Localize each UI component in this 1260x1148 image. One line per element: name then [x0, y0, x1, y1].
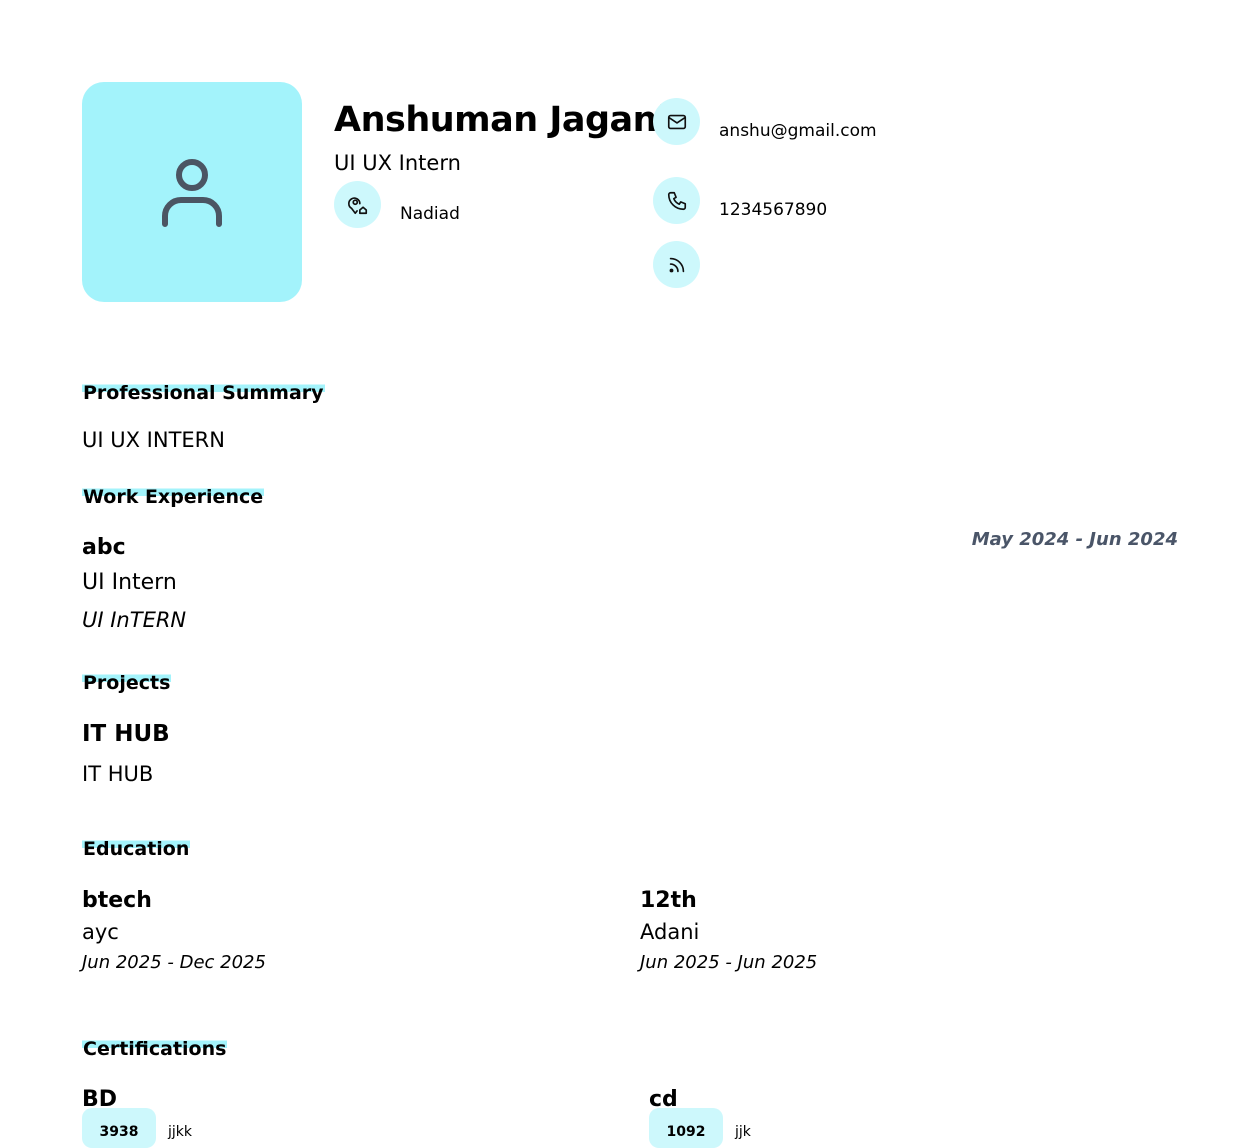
- certifications-heading: Certifications: [82, 1036, 228, 1062]
- project-name: IT HUB: [82, 721, 170, 747]
- experience-description: UI InTERN: [82, 608, 187, 632]
- map-pin-home-icon: [347, 196, 367, 214]
- email-icon-badge: [653, 98, 700, 145]
- experience-dates: May 2024 - Jun 2024: [971, 529, 1178, 550]
- certification-issuer: jjkk: [168, 1124, 192, 1140]
- education-dates: Jun 2025 - Jun 2025: [640, 952, 818, 973]
- phone-text: 1234567890: [719, 200, 828, 220]
- candidate-role: UI UX Intern: [334, 151, 461, 175]
- location-icon-badge: [334, 181, 381, 228]
- candidate-name: Anshuman Jagani: [334, 100, 669, 140]
- resume-page: Anshuman Jagani UI UX Intern Nadiad ansh…: [0, 0, 1260, 1148]
- email-link[interactable]: anshu@gmail.com: [719, 121, 877, 141]
- mail-icon: [667, 114, 686, 129]
- education-school: Adani: [640, 920, 700, 944]
- phone-icon-badge: [653, 177, 700, 224]
- projects-heading: Projects: [82, 670, 172, 696]
- experience-company: abc: [82, 535, 126, 560]
- rss-icon: [669, 257, 684, 272]
- summary-text: UI UX INTERN: [82, 428, 225, 452]
- website-icon-badge[interactable]: [653, 241, 700, 288]
- education-dates: Jun 2025 - Dec 2025: [82, 952, 266, 973]
- certification-badge: 3938: [82, 1108, 156, 1148]
- education-heading: Education: [82, 836, 191, 862]
- summary-heading: Professional Summary: [82, 380, 325, 406]
- phone-icon: [667, 191, 686, 210]
- education-degree: 12th: [640, 888, 697, 913]
- location-text: Nadiad: [400, 204, 460, 224]
- certification-issuer: jjk: [735, 1124, 751, 1140]
- education-school: ayc: [82, 920, 119, 944]
- education-degree: btech: [82, 888, 152, 913]
- project-description: IT HUB: [82, 762, 154, 786]
- user-icon: [162, 159, 222, 227]
- experience-heading: Work Experience: [82, 484, 265, 510]
- certification-badge: 1092: [649, 1108, 723, 1148]
- profile-photo: [82, 82, 302, 302]
- experience-position: UI Intern: [82, 570, 177, 595]
